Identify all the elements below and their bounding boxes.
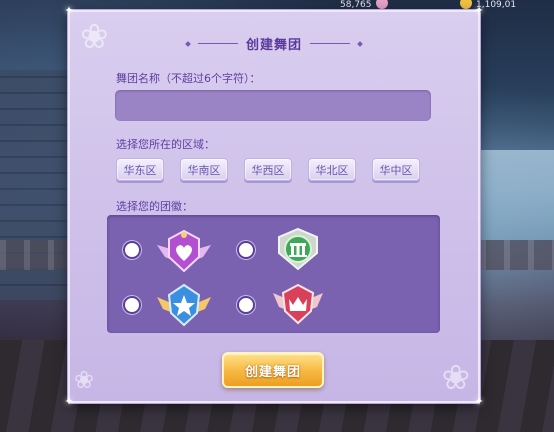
column-emblem-icon[interactable] [269, 225, 327, 273]
emblem-label: 选择您的团徽： [116, 200, 193, 213]
title-divider [310, 43, 350, 44]
sparkle-icon: ✦ [474, 4, 484, 17]
dialog-title: 创建舞团 [245, 38, 302, 53]
team-name-input[interactable] [115, 90, 431, 121]
gem-icon [375, 0, 388, 9]
background-window [476, 150, 554, 240]
hud-currency-1: 58,765 [340, 0, 388, 10]
create-team-dialog: ❀ ❀ ❀ 创建舞团 舞团名称（不超过6个字符）： 选择您所在的区域： 华东区 … [64, 5, 483, 407]
sparkle-icon: ✦ [64, 395, 74, 408]
title-ornament-icon [357, 40, 363, 47]
sparkle-icon: ✦ [64, 4, 74, 17]
hud-currency-2: 1,109,01 [460, 0, 516, 10]
region-button-south[interactable]: 华南区 [180, 158, 228, 181]
region-button-central[interactable]: 华中区 [372, 158, 420, 181]
region-button-group: 华东区 华南区 华西区 华北区 华中区 [116, 158, 420, 181]
crown-wings-emblem-icon[interactable] [269, 279, 327, 327]
region-label: 选择您所在的区域： [116, 138, 215, 151]
emblem-radio-2[interactable] [237, 241, 255, 259]
create-team-button[interactable]: 创建舞团 [222, 352, 324, 388]
title-divider [197, 43, 238, 44]
flower-decoration-icon: ❀ [74, 366, 95, 394]
flower-decoration-icon: ❀ [441, 358, 471, 398]
team-name-label: 舞团名称（不超过6个字符）： [116, 72, 261, 85]
sparkle-icon: ✦ [474, 395, 484, 408]
coin-icon [460, 0, 472, 9]
region-button-north[interactable]: 华北区 [308, 158, 356, 181]
hud-currency-1-value: 58,765 [340, 0, 372, 10]
emblem-selection-panel [107, 215, 440, 333]
emblem-radio-4[interactable] [237, 296, 255, 314]
star-shield-emblem-icon[interactable] [155, 281, 213, 329]
emblem-radio-1[interactable] [123, 241, 141, 259]
dialog-title-row: 创建舞团 [70, 34, 478, 53]
region-button-east[interactable]: 华东区 [116, 158, 164, 181]
emblem-radio-3[interactable] [123, 296, 141, 314]
title-ornament-icon [185, 40, 191, 47]
region-button-west[interactable]: 华西区 [244, 158, 292, 181]
heart-wings-emblem-icon[interactable] [155, 227, 213, 275]
